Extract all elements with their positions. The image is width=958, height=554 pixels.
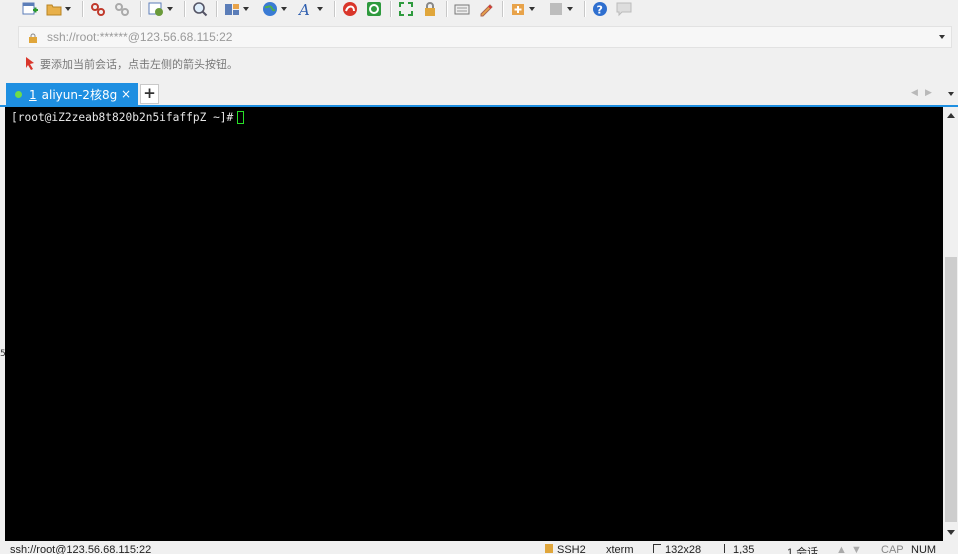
chevron-down-icon[interactable]: [948, 92, 954, 96]
toolbar-separator: [334, 1, 336, 17]
vertical-scrollbar[interactable]: [944, 107, 958, 541]
status-bar: ssh://root@123.56.68.115:22 SSH2 xterm 1…: [0, 541, 958, 554]
lock-button[interactable]: [422, 0, 438, 18]
tab-label: aliyun-2核8g: [41, 88, 118, 102]
scrollbar-thumb[interactable]: [945, 257, 957, 522]
globe-button[interactable]: [262, 0, 287, 18]
terminal-line: [root@iZ2zeab8t820b2n5ifaffpZ ~]#: [11, 111, 245, 125]
toolbar-separator: [502, 1, 504, 17]
toolbar-separator: [446, 1, 448, 17]
properties-icon: [148, 1, 164, 17]
hint-text: 要添加当前会话，点击左侧的箭头按钮。: [40, 58, 238, 71]
chevron-down-icon: [243, 7, 249, 11]
compose-button[interactable]: [478, 0, 494, 18]
globe-icon: [262, 1, 278, 17]
status-term: xterm: [606, 544, 634, 554]
grid-icon: [548, 1, 564, 17]
help-button[interactable]: ?: [592, 0, 608, 18]
properties-button[interactable]: [148, 0, 173, 18]
tab-number: 1: [29, 87, 37, 102]
svg-text:?: ?: [597, 4, 603, 17]
status-connection: ssh://root@123.56.68.115:22: [10, 544, 152, 554]
svg-text:A: A: [298, 1, 310, 17]
chevron-right-icon[interactable]: ▶: [925, 88, 932, 98]
toolbar-separator: [140, 1, 142, 17]
disconnect-button[interactable]: [90, 0, 106, 18]
status-size-label: 132x28: [665, 544, 702, 554]
terminal-cursor: [237, 111, 245, 124]
font-button[interactable]: A: [297, 0, 323, 19]
terminal[interactable]: [root@iZ2zeab8t820b2n5ifaffpZ ~]#: [5, 107, 943, 541]
xshell-button[interactable]: [366, 0, 382, 18]
find-icon: [192, 1, 208, 17]
status-position-label: 1,35: [733, 544, 755, 554]
chat-icon: [616, 1, 632, 17]
chevron-down-icon: [567, 7, 573, 11]
size-icon: [653, 544, 661, 553]
cursor-position-icon: [724, 544, 725, 553]
open-button[interactable]: [46, 0, 71, 18]
add-session-icon: [510, 1, 526, 17]
xftp-icon: [342, 1, 358, 17]
xftp-button[interactable]: [342, 0, 358, 18]
toolbar-separator: [82, 1, 84, 17]
address-bar[interactable]: ssh://root:******@123.56.68.115:22: [18, 26, 952, 48]
status-protocol: SSH2: [545, 544, 586, 554]
toolbar: A ?: [0, 0, 958, 20]
layout-button[interactable]: [224, 0, 249, 18]
fullscreen-button[interactable]: [398, 0, 414, 18]
chat-button[interactable]: [616, 0, 632, 18]
status-dot-icon: [15, 91, 22, 98]
layout-icon: [224, 1, 240, 17]
status-caps: CAP: [881, 544, 904, 554]
fullscreen-icon: [398, 1, 414, 17]
status-size: 132x28: [653, 544, 701, 554]
keyboard-icon: [454, 1, 470, 17]
font-icon: A: [297, 1, 314, 19]
status-num: NUM: [911, 544, 937, 554]
arrow-up-icon[interactable]: ▲: [836, 544, 847, 554]
xshell-icon: [366, 1, 382, 17]
chevron-down-icon: [281, 7, 287, 11]
grid-button[interactable]: [548, 0, 573, 18]
lock-icon: [422, 1, 438, 17]
terminal-prompt: [root@iZ2zeab8t820b2n5ifaffpZ ~]#: [11, 111, 234, 124]
lock-icon: [29, 32, 37, 43]
open-folder-icon: [46, 1, 62, 17]
reconnect-icon: [114, 1, 130, 17]
new-tab-button[interactable]: +: [140, 84, 159, 104]
disconnect-icon: [90, 1, 106, 17]
compose-icon: [478, 1, 494, 17]
chevron-down-icon: [317, 7, 323, 11]
tab-session[interactable]: 1 aliyun-2核8g ×: [6, 83, 138, 106]
toolbar-separator: [390, 1, 392, 17]
address-input[interactable]: ssh://root:******@123.56.68.115:22: [47, 30, 232, 44]
keyboard-button[interactable]: [454, 0, 470, 18]
chevron-down-icon: [167, 7, 173, 11]
status-position: 1,35: [724, 544, 754, 554]
help-icon: ?: [592, 1, 608, 17]
session-hint: 要添加当前会话，点击左侧的箭头按钮。: [24, 56, 238, 72]
chevron-left-icon[interactable]: ◀: [911, 88, 918, 98]
status-protocol-label: SSH2: [557, 544, 586, 554]
toolbar-separator: [216, 1, 218, 17]
lock-icon: [545, 544, 553, 553]
arrow-down-icon[interactable]: ▼: [851, 544, 862, 554]
tab-bar: 1 aliyun-2核8g × + ◀ ▶: [0, 82, 958, 106]
toolbar-separator: [184, 1, 186, 17]
toolbar-separator: [584, 1, 586, 17]
scroll-up-icon[interactable]: [947, 113, 955, 118]
chevron-down-icon: [529, 7, 535, 11]
add-session-button[interactable]: [510, 0, 535, 18]
new-session-icon: [22, 1, 38, 17]
chevron-down-icon: [65, 7, 71, 11]
find-button[interactable]: [192, 0, 208, 18]
new-session-button[interactable]: [22, 0, 38, 18]
chevron-down-icon[interactable]: [939, 35, 945, 39]
close-icon[interactable]: ×: [121, 87, 131, 101]
scroll-down-icon[interactable]: [947, 530, 955, 535]
reconnect-button[interactable]: [114, 0, 130, 18]
status-sessions: 1 会话: [787, 547, 819, 554]
arrow-icon[interactable]: [24, 56, 36, 73]
